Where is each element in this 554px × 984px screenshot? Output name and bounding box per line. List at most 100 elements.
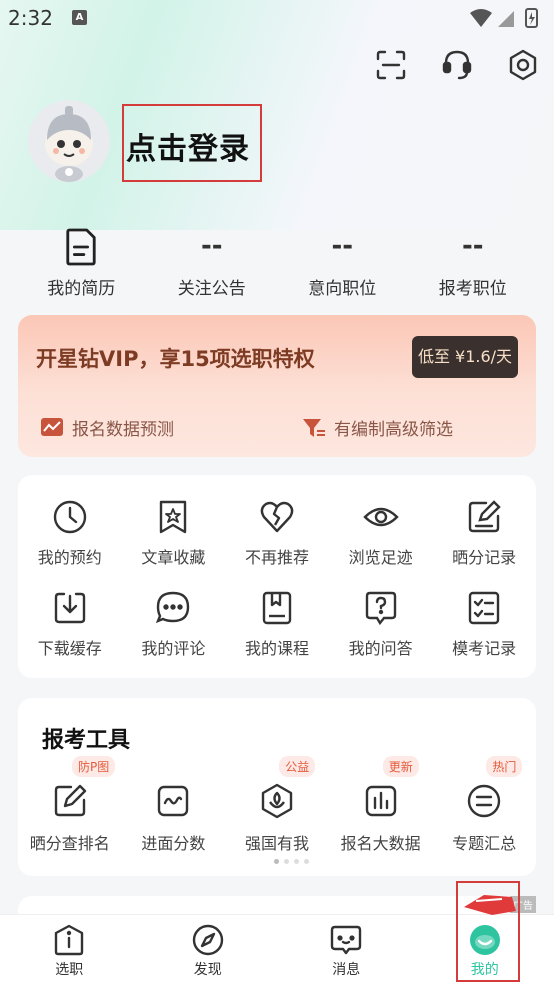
header-actions — [374, 48, 540, 82]
tool-label: 报名大数据 — [340, 834, 421, 853]
stat-label: 意向职位 — [308, 279, 377, 299]
vip-feature-prediction[interactable]: 报名数据预测 — [40, 415, 174, 440]
clock-icon — [53, 500, 86, 534]
status-bar: 2:32 A — [0, 0, 554, 38]
bookmark-star-icon — [160, 500, 187, 534]
status-time: 2:32 — [8, 6, 53, 30]
tab-label: 选职 — [55, 962, 84, 978]
grid-label: 我的问答 — [348, 639, 413, 658]
tool-label: 强国有我 — [244, 834, 309, 853]
checklist-icon — [468, 591, 500, 625]
tool-label: 专题汇总 — [452, 834, 517, 853]
grid-label: 模考记录 — [452, 639, 517, 658]
grid-label: 不再推荐 — [244, 548, 309, 567]
tool-label: 进面分数 — [141, 834, 206, 853]
stat-value: -- — [331, 231, 354, 261]
stat-resume[interactable]: 我的简历 — [16, 224, 147, 304]
tab-label: 消息 — [332, 962, 361, 978]
broken-heart-icon — [260, 501, 294, 533]
download-icon — [54, 592, 85, 624]
eye-icon — [362, 507, 399, 527]
data-chart-icon — [41, 417, 63, 436]
tool-interview-scores[interactable]: 进面分数 — [122, 782, 226, 854]
edit-note-icon — [468, 500, 501, 533]
function-grid-card: 我的预约 文章收藏 不再推荐 浏览足迹 晒分记录 下载缓存 我的评论 我的课程 — [18, 475, 536, 678]
tool-registration-data[interactable]: 更新 报名大数据 — [329, 756, 433, 854]
avatar[interactable] — [28, 100, 110, 182]
info-icon — [55, 924, 84, 956]
tool-patriotic[interactable]: 公益 强国有我 — [225, 756, 329, 854]
tool-badge: 公益 — [279, 756, 316, 777]
notification-icon: A — [72, 10, 87, 25]
tools-row: 防P图 晒分查排名 进面分数 公益 强国有我 更新 报名大数据 热门 专题汇总 — [18, 756, 536, 854]
wifi-icon — [470, 9, 492, 27]
login-highlight[interactable]: 点击登录 — [122, 104, 262, 182]
stat-intended-positions[interactable]: -- 意向职位 — [277, 224, 408, 304]
grid-label: 文章收藏 — [141, 548, 206, 567]
stat-value: -- — [200, 231, 223, 261]
vip-feature-label: 报名数据预测 — [72, 420, 174, 440]
grid-item-appointments[interactable]: 我的预约 — [18, 499, 122, 568]
book-icon — [262, 591, 292, 625]
page-dot — [274, 859, 279, 864]
tab-select-job[interactable]: 选职 — [0, 915, 139, 984]
tool-badge: 热门 — [486, 756, 523, 777]
stat-value: -- — [461, 231, 484, 261]
grid-item-history[interactable]: 浏览足迹 — [329, 499, 433, 568]
stat-followed-notices[interactable]: -- 关注公告 — [147, 224, 278, 304]
scan-icon[interactable] — [374, 48, 408, 82]
tool-badge: 防P图 — [72, 756, 116, 777]
grid-item-not-recommended[interactable]: 不再推荐 — [225, 499, 329, 568]
settings-icon[interactable] — [506, 48, 540, 82]
vip-price-button[interactable]: 低至 ¥1.6/天 — [412, 336, 518, 378]
topic-icon — [467, 784, 501, 818]
tab-discover[interactable]: 发现 — [139, 915, 278, 984]
grid-label: 浏览足迹 — [348, 548, 413, 567]
grid-item-favorites[interactable]: 文章收藏 — [122, 499, 226, 568]
vip-feature-filter[interactable]: 有编制高级筛选 — [302, 415, 453, 440]
grid-item-mock-exams[interactable]: 模考记录 — [432, 590, 536, 659]
signal-icon — [498, 11, 514, 27]
tools-card: 报考工具 防P图 晒分查排名 进面分数 公益 强国有我 更新 报名大数据 热门 … — [18, 698, 536, 876]
stats-row: 我的简历 -- 关注公告 -- 意向职位 -- 报考职位 — [16, 224, 538, 304]
status-icons — [470, 8, 538, 28]
grid-label: 晒分记录 — [452, 548, 517, 567]
compass-icon — [192, 924, 223, 956]
stat-applied-positions[interactable]: -- 报考职位 — [408, 224, 539, 304]
grid-label: 我的评论 — [141, 639, 206, 658]
grid-item-score-records[interactable]: 晒分记录 — [432, 499, 536, 568]
grid-item-downloads[interactable]: 下载缓存 — [18, 590, 122, 659]
grid-label: 我的课程 — [244, 639, 309, 658]
comment-icon — [156, 591, 190, 624]
page-dot — [284, 859, 289, 864]
emblem-icon — [261, 783, 293, 819]
tab-me-highlight — [456, 881, 520, 982]
robot-avatar-icon — [45, 106, 93, 182]
stat-label: 我的简历 — [47, 279, 116, 299]
message-icon — [331, 925, 362, 955]
grid-item-qa[interactable]: 我的问答 — [329, 590, 433, 659]
grid-item-courses[interactable]: 我的课程 — [225, 590, 329, 659]
grid-item-comments[interactable]: 我的评论 — [122, 590, 226, 659]
headset-icon[interactable] — [440, 48, 474, 82]
edit-icon — [54, 784, 86, 817]
tool-topics[interactable]: 热门 专题汇总 — [432, 756, 536, 854]
tool-badge: 更新 — [382, 756, 419, 777]
question-icon — [365, 591, 396, 626]
resume-icon — [66, 228, 96, 266]
tab-label: 发现 — [193, 962, 222, 978]
function-grid: 我的预约 文章收藏 不再推荐 浏览足迹 晒分记录 下载缓存 我的评论 我的课程 — [18, 499, 536, 659]
tool-score-ranking[interactable]: 防P图 晒分查排名 — [18, 756, 122, 854]
tab-messages[interactable]: 消息 — [277, 915, 416, 984]
tool-label: 晒分查排名 — [29, 834, 110, 853]
page-dot — [294, 859, 299, 864]
bar-chart-icon — [365, 785, 396, 817]
page-dot — [304, 859, 309, 864]
vip-banner[interactable]: 开星钻VIP，享15项选职特权 低至 ¥1.6/天 报名数据预测 有编制高级筛选 — [18, 315, 536, 457]
wave-chart-icon — [158, 785, 189, 817]
pagination-dots — [274, 859, 309, 864]
login-label[interactable]: 点击登录 — [126, 124, 250, 168]
tools-title: 报考工具 — [42, 728, 131, 753]
stat-label: 关注公告 — [177, 279, 246, 299]
vip-feature-label: 有编制高级筛选 — [334, 420, 453, 440]
